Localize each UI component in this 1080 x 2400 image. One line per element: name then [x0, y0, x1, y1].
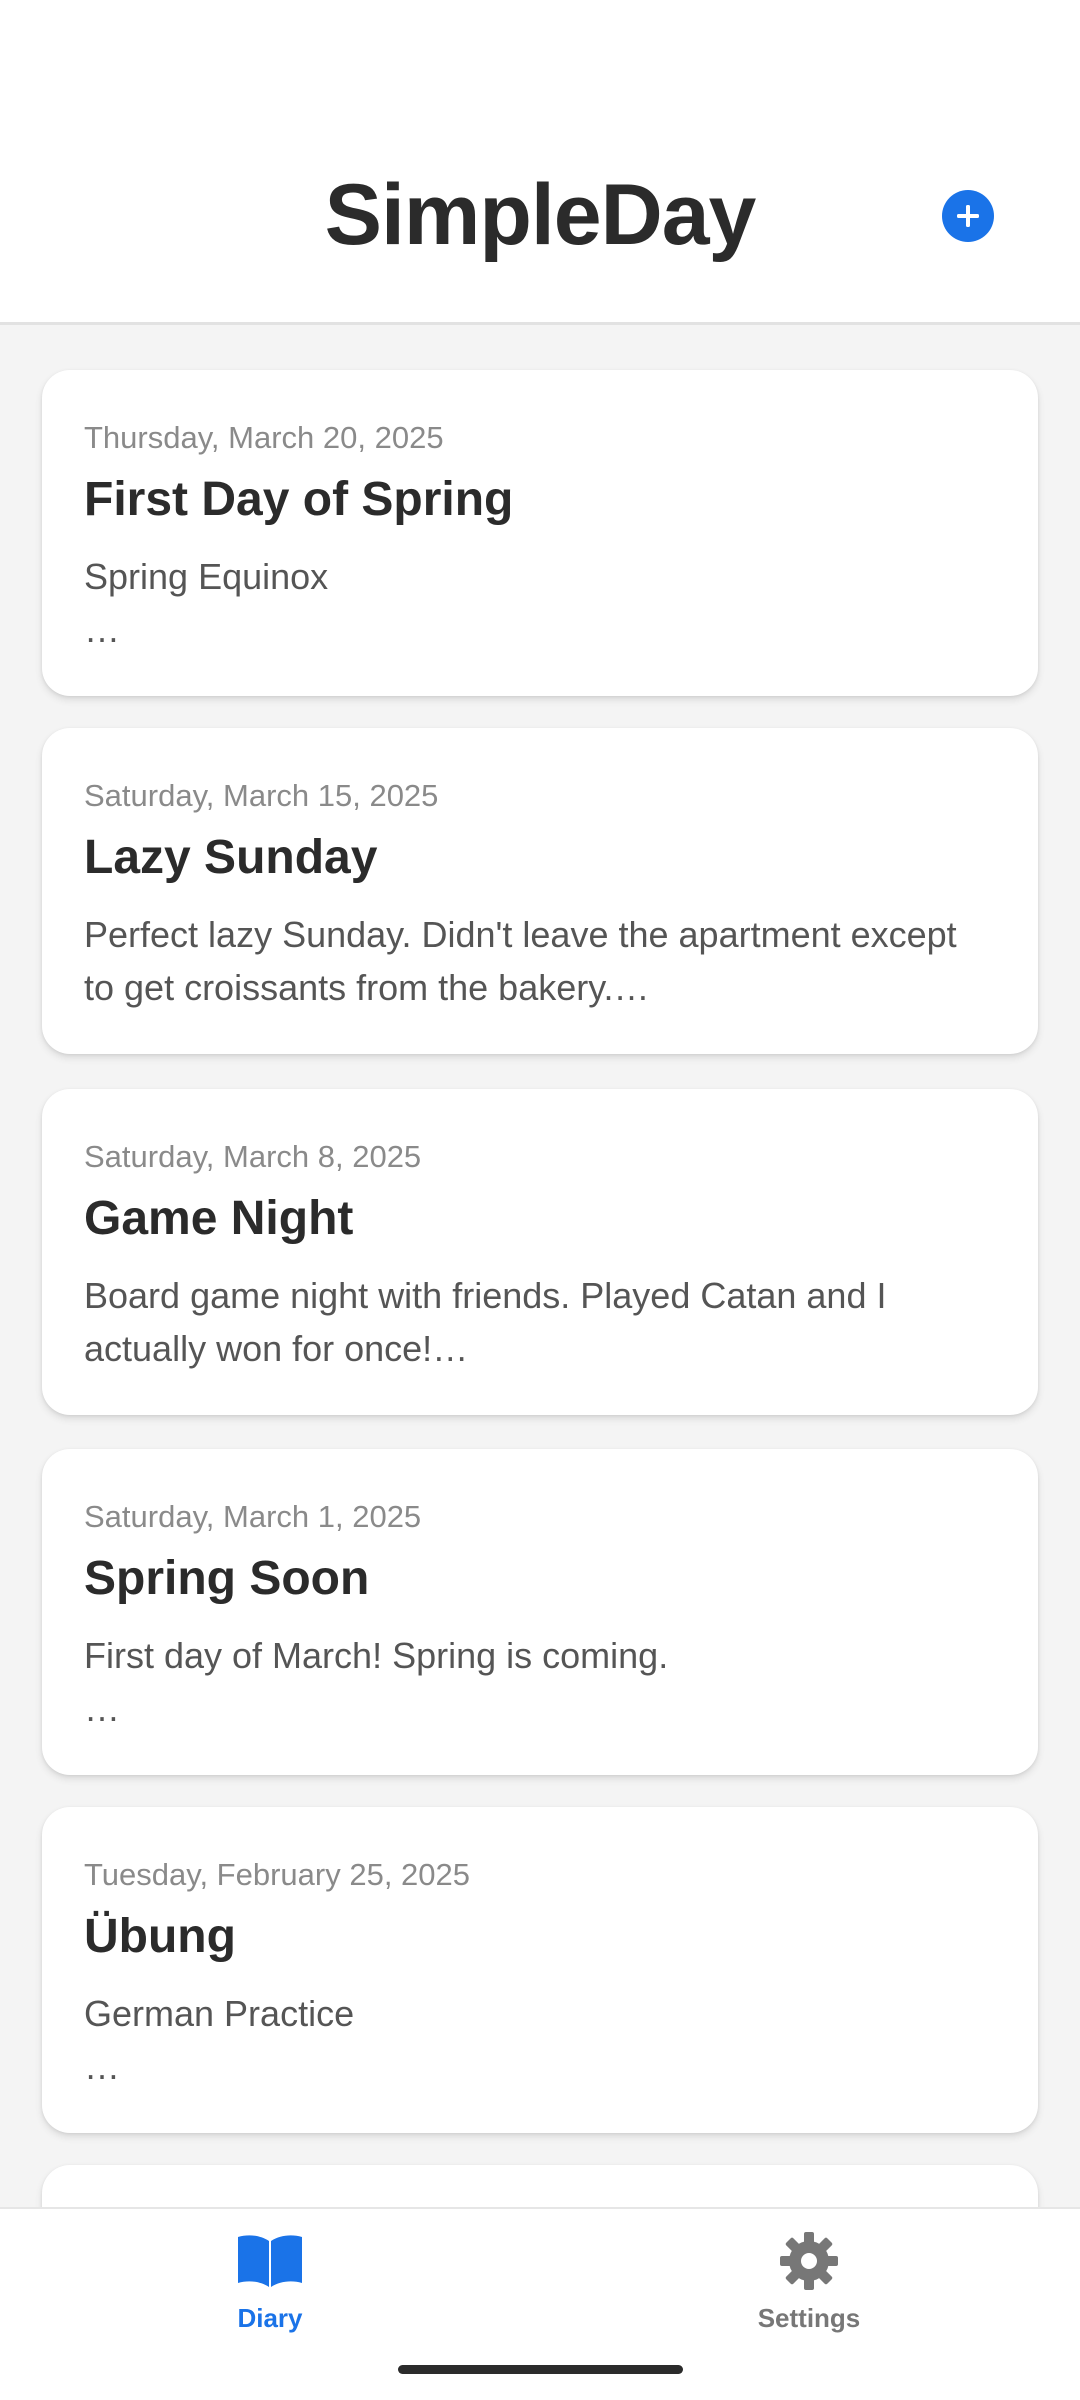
diary-entry-card[interactable]: Tuesday, February 25, 2025 Übung German … [42, 1807, 1038, 2133]
entry-date: Saturday, March 15, 2025 [84, 778, 439, 813]
entry-date: Thursday, March 20, 2025 [84, 420, 444, 455]
entry-title: Übung [84, 1910, 236, 1963]
entry-preview: First day of March! Spring is coming. … [84, 1635, 669, 1729]
tab-settings[interactable]: Settings [659, 2229, 959, 2349]
diary-entry-card[interactable]: Saturday, March 1, 2025 Spring Soon Firs… [42, 1449, 1038, 1775]
book-open-icon [238, 2235, 302, 2287]
entry-preview: German Practice … [84, 1993, 355, 2087]
entry-date: Saturday, March 1, 2025 [84, 1499, 422, 1534]
entry-preview: Board game night with friends. Played Ca… [84, 1275, 887, 1369]
gear-icon [780, 2232, 838, 2290]
entry-preview: Spring Equinox … [84, 556, 329, 650]
home-indicator[interactable] [398, 2365, 683, 2374]
plus-circle-icon [957, 205, 979, 227]
tab-diary[interactable]: Diary [120, 2229, 420, 2349]
entry-title: Spring Soon [84, 1552, 370, 1605]
tab-diary-label: Diary [237, 2303, 303, 2333]
add-entry-button[interactable] [942, 190, 994, 242]
diary-entry-card[interactable]: Saturday, March 8, 2025 Game Night Board… [42, 1089, 1038, 1415]
app-title: SimpleDay [324, 167, 757, 263]
entry-title: Lazy Sunday [84, 831, 378, 884]
entry-preview: Perfect lazy Sunday. Didn't leave the ap… [84, 914, 957, 1008]
diary-entry-card[interactable]: Saturday, March 15, 2025 Lazy Sunday Per… [42, 728, 1038, 1054]
entry-title: Game Night [84, 1192, 354, 1245]
diary-entry-card[interactable] [42, 2165, 1038, 2207]
entry-date: Saturday, March 8, 2025 [84, 1139, 422, 1174]
entry-title: First Day of Spring [84, 473, 514, 526]
diary-entry-card[interactable]: Thursday, March 20, 2025 First Day of Sp… [42, 370, 1038, 696]
entry-date: Tuesday, February 25, 2025 [84, 1857, 471, 1892]
diary-entry-list[interactable]: Thursday, March 20, 2025 First Day of Sp… [0, 325, 1080, 2207]
tab-settings-label: Settings [757, 2303, 861, 2333]
app-header: SimpleDay [0, 0, 1080, 325]
